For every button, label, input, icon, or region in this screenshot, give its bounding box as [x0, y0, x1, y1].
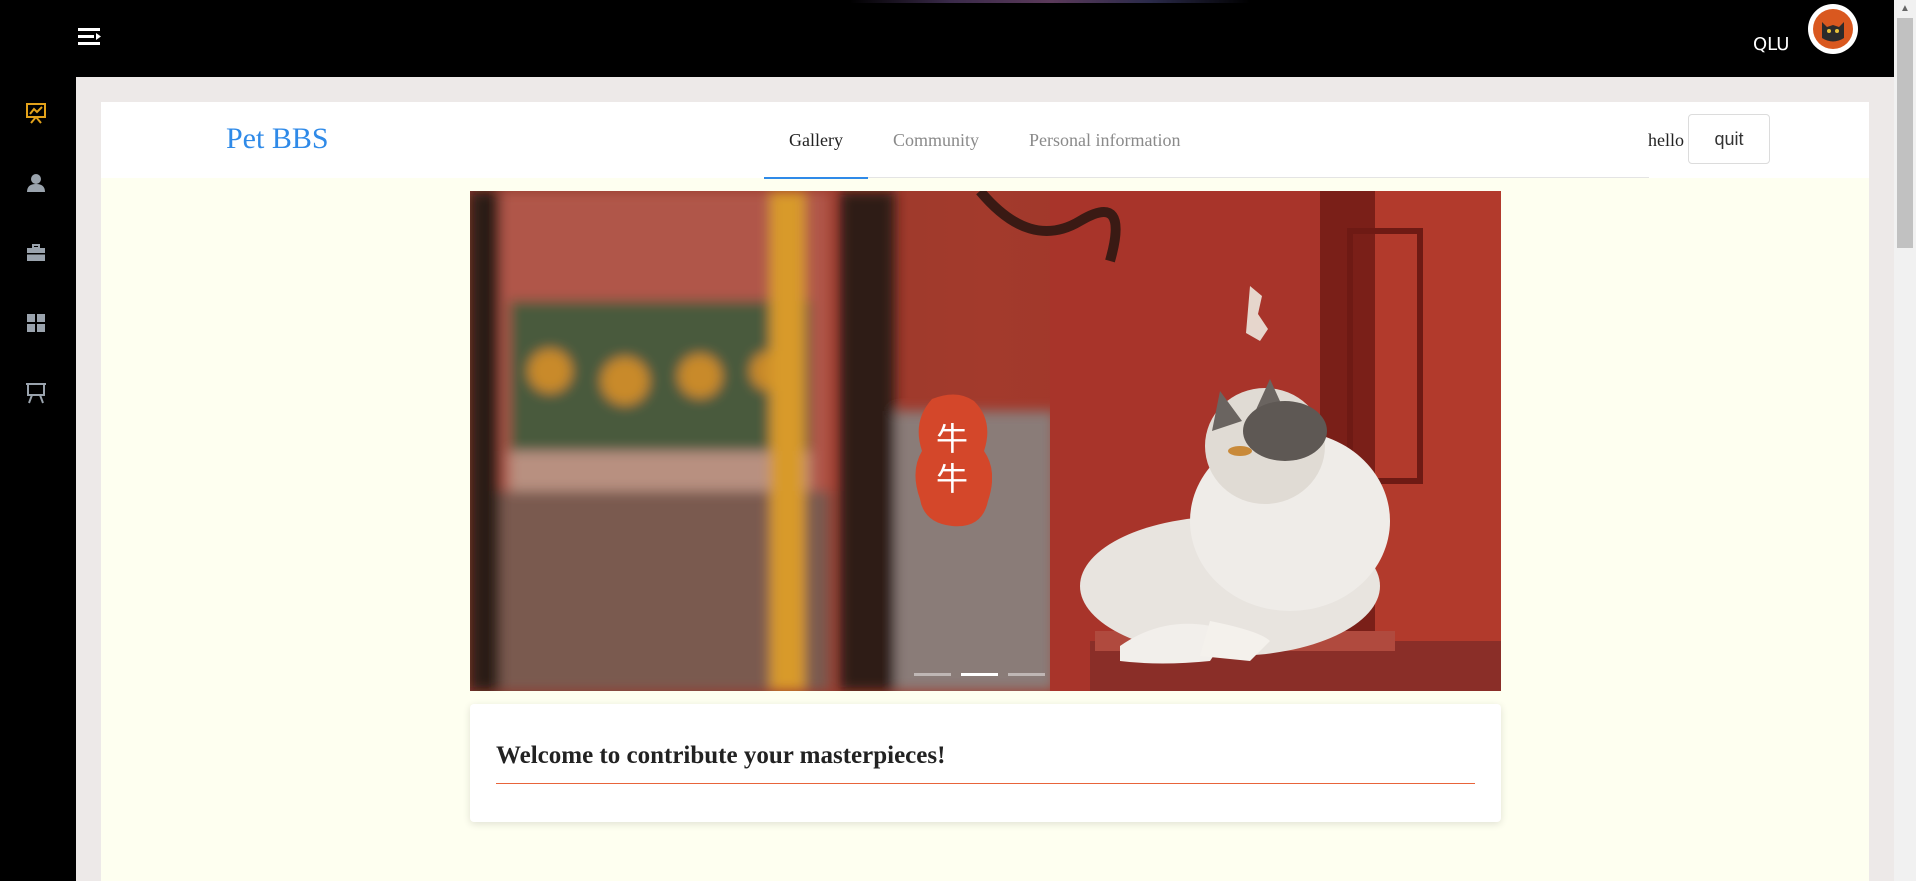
- easel-icon[interactable]: [24, 381, 48, 405]
- left-sidebar: [0, 0, 101, 881]
- user-name: QLU: [1753, 34, 1790, 55]
- carousel-dot-1[interactable]: [914, 673, 951, 676]
- seal-stamp: 牛 牛: [912, 391, 992, 531]
- seal-char-2: 牛: [935, 460, 968, 498]
- tab-gallery[interactable]: Gallery: [764, 102, 868, 179]
- greeting-text: hello: [1648, 130, 1684, 150]
- scroll-up-icon[interactable]: ▲: [1894, 0, 1916, 17]
- app-window: QLU Pet BBS Gallery Community Personal i…: [0, 0, 1916, 881]
- user-icon[interactable]: [24, 171, 48, 195]
- site-header: Pet BBS Gallery Community Personal infor…: [101, 102, 1869, 179]
- main-area: Pet BBS Gallery Community Personal infor…: [76, 77, 1894, 881]
- gallery-carousel[interactable]: 牛 牛: [470, 191, 1501, 691]
- carousel-dot-3[interactable]: [1008, 673, 1045, 676]
- top-glow: [850, 0, 1250, 3]
- welcome-underline: [496, 783, 1475, 784]
- page-scrollbar[interactable]: ▲: [1894, 0, 1916, 881]
- welcome-card: Welcome to contribute your masterpieces!: [470, 704, 1501, 822]
- carousel-dot-2[interactable]: [961, 673, 998, 676]
- tab-personal-information[interactable]: Personal information: [1004, 102, 1205, 178]
- quit-button[interactable]: quit: [1688, 114, 1770, 164]
- content-card: Pet BBS Gallery Community Personal infor…: [101, 102, 1869, 881]
- grid-icon[interactable]: [24, 311, 48, 335]
- nav-tabs: Gallery Community Personal information: [764, 102, 1205, 179]
- seal-char-1: 牛: [935, 420, 968, 458]
- top-bar: QLU: [0, 0, 1916, 77]
- scroll-thumb[interactable]: [1897, 18, 1913, 248]
- carousel-indicators: [914, 673, 1045, 676]
- tab-community[interactable]: Community: [868, 102, 1004, 178]
- briefcase-icon[interactable]: [24, 241, 48, 265]
- brand-logo[interactable]: Pet BBS: [226, 122, 329, 156]
- welcome-title: Welcome to contribute your masterpieces!: [496, 742, 946, 769]
- presentation-chart-icon[interactable]: [24, 101, 48, 125]
- menu-toggle-icon[interactable]: [78, 26, 102, 48]
- cat-avatar-icon[interactable]: [1808, 4, 1858, 54]
